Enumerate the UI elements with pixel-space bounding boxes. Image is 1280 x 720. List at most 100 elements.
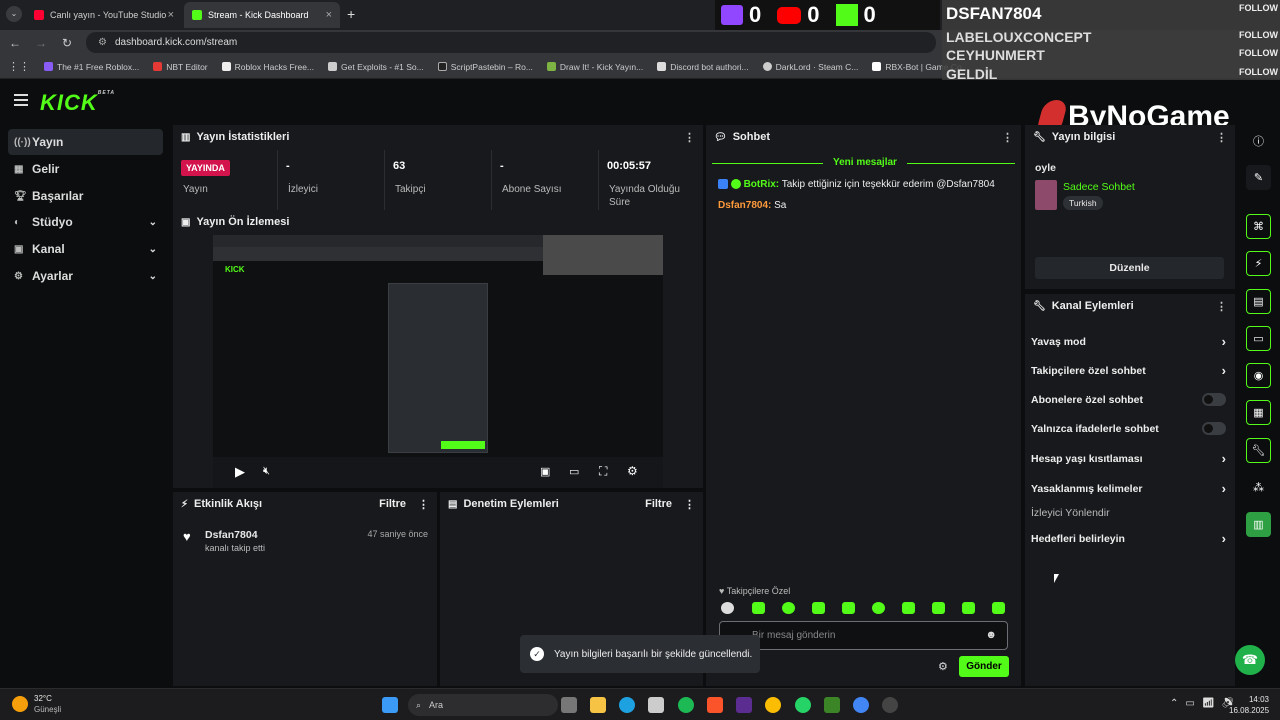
apps-icon[interactable]: ⋮⋮: [8, 60, 30, 73]
minecraft-icon[interactable]: [824, 697, 840, 713]
panel-title: Sohbet: [732, 131, 770, 143]
mod-tools-icon[interactable]: ⌘: [1246, 214, 1271, 239]
pencil-icon[interactable]: ✎: [1246, 165, 1271, 190]
windows-store-icon[interactable]: [648, 697, 664, 713]
filter-button[interactable]: Filtre: [645, 498, 672, 510]
file-explorer-icon[interactable]: [590, 697, 606, 713]
filter-button[interactable]: Filtre: [379, 498, 406, 510]
video-player[interactable]: KICK ▶ 🔇︎ ▣ ▭ ⛶ ⚙: [213, 235, 663, 488]
bookmark[interactable]: DarkLord · Steam C...: [762, 62, 858, 72]
emote-icon[interactable]: [962, 602, 975, 614]
chrome-active-icon[interactable]: [853, 697, 869, 713]
more-icon[interactable]: ⋮: [1216, 300, 1227, 313]
bolt-icon[interactable]: ⚡︎: [1246, 251, 1271, 276]
weather-widget[interactable]: 32°C Güneşli: [12, 693, 61, 715]
action-host[interactable]: İzleyici Yönlendir: [1031, 507, 1226, 519]
theater-icon[interactable]: ▭: [569, 465, 579, 478]
whatsapp-icon[interactable]: [795, 697, 811, 713]
pip-icon[interactable]: ▣: [540, 465, 550, 478]
category-name[interactable]: Sadece Sohbet: [1063, 181, 1135, 193]
mute-icon[interactable]: 🔇︎: [263, 465, 270, 478]
document-icon[interactable]: ▤: [1246, 289, 1271, 314]
action-followers-only[interactable]: Takipçilere özel sohbet ›: [1031, 363, 1226, 378]
edge-icon[interactable]: [619, 697, 635, 713]
support-button[interactable]: ☎: [1235, 645, 1265, 675]
layout-icon[interactable]: ▦: [1246, 400, 1271, 425]
vs-icon[interactable]: [736, 697, 752, 713]
emote-icon[interactable]: [872, 602, 885, 614]
bookmark[interactable]: Discord bot authori...: [657, 62, 749, 72]
bookmark[interactable]: ScriptPastebin – Ro...: [437, 62, 533, 72]
spotify-icon[interactable]: [678, 697, 694, 713]
kick-logo[interactable]: KICKBETA: [40, 90, 115, 116]
verified-badge-icon: [730, 179, 741, 190]
sidebar-item-basarilar[interactable]: 🏆︎ Başarılar: [8, 183, 163, 209]
new-tab-button[interactable]: +: [347, 6, 355, 22]
gear-icon[interactable]: ⚙: [627, 464, 638, 478]
obs-icon[interactable]: [882, 697, 898, 713]
action-account-age[interactable]: Hesap yaşı kısıtlaması ›: [1031, 451, 1226, 466]
action-slow-mode[interactable]: Yavaş mod ›: [1031, 334, 1226, 349]
emote-icon[interactable]: [812, 602, 825, 614]
send-button[interactable]: Gönder: [959, 656, 1009, 677]
app-icon[interactable]: ▥: [1246, 512, 1271, 537]
reload-icon[interactable]: ↻: [60, 36, 74, 50]
chrome-icon[interactable]: [765, 697, 781, 713]
bookmark[interactable]: NBT Editor: [153, 62, 208, 72]
close-icon[interactable]: ×: [168, 9, 174, 21]
bookmark[interactable]: Roblox Hacks Free...: [221, 62, 314, 72]
broadcast-icon[interactable]: ◉: [1246, 363, 1271, 388]
more-icon[interactable]: ⋮: [684, 498, 695, 511]
stream-info-panel: 🔧︎ Yayın bilgisi ⋮ oyle Sadece Sohbet Turk…: [1025, 125, 1235, 289]
emote-icon[interactable]: [902, 602, 915, 614]
more-icon[interactable]: ⋮: [684, 131, 695, 144]
more-icon[interactable]: ⋮: [1002, 131, 1013, 144]
emote-icon[interactable]: [842, 602, 855, 614]
toggle-switch[interactable]: [1202, 393, 1226, 406]
play-icon[interactable]: ▶: [235, 464, 245, 480]
site-info-icon[interactable]: ⚙: [98, 37, 107, 48]
windows-taskbar: 32°C Güneşli ⌕ Ara ⌃▭📶︎🔊︎ 14:03 16.08.2025: [0, 688, 1280, 720]
chat-settings-icon[interactable]: ⚙: [938, 660, 948, 673]
edit-button[interactable]: Düzenle: [1035, 257, 1224, 279]
fullscreen-icon[interactable]: ⛶: [599, 464, 607, 479]
browser-tab-youtube[interactable]: Canlı yayın - YouTube Studio ×: [26, 2, 182, 28]
menu-icon[interactable]: [14, 94, 28, 106]
emote-icon[interactable]: [721, 602, 734, 614]
sidebar-item-kanal[interactable]: ▣ Kanal ⌄: [8, 236, 163, 262]
more-icon[interactable]: ⋮: [418, 498, 429, 511]
emote-icon[interactable]: [992, 602, 1005, 614]
emote-icon[interactable]: [782, 602, 795, 614]
clock[interactable]: 14:03 16.08.2025: [1229, 694, 1269, 716]
back-icon[interactable]: ←: [8, 36, 22, 50]
taskbar-search[interactable]: ⌕ Ara: [408, 694, 558, 716]
emoji-icon[interactable]: ☻: [985, 629, 997, 641]
toggle-switch[interactable]: [1202, 422, 1226, 435]
wrench-icon[interactable]: 🔧︎: [1246, 438, 1271, 463]
emote-icon[interactable]: [752, 602, 765, 614]
bookmark[interactable]: Get Exploits - #1 So...: [328, 62, 424, 72]
bookmark[interactable]: The #1 Free Roblox...: [44, 62, 139, 72]
action-banned-words[interactable]: Yasaklanmış kelimeler ›: [1031, 481, 1226, 496]
sidebar-item-gelir[interactable]: ▦ Gelir: [8, 156, 163, 182]
browser-tab-kick[interactable]: Stream - Kick Dashboard ×: [184, 2, 340, 28]
sidebar-item-yayin[interactable]: ((·)) Yayın: [8, 129, 163, 155]
chat-icon[interactable]: ▭: [1246, 326, 1271, 351]
forward-icon[interactable]: →: [34, 36, 48, 50]
close-icon[interactable]: ×: [326, 9, 332, 21]
task-view-icon[interactable]: [561, 697, 577, 713]
brave-icon[interactable]: [707, 697, 723, 713]
url-field[interactable]: ⚙ dashboard.kick.com/stream: [86, 32, 936, 53]
more-icon[interactable]: ⋮: [1216, 131, 1227, 144]
sidebar-item-studyo[interactable]: ◐ Stüdyo ⌄: [8, 209, 163, 235]
tab-list-button[interactable]: ⌄: [6, 6, 22, 22]
windows-start-icon[interactable]: [382, 697, 398, 713]
sidebar-item-ayarlar[interactable]: ⚙ Ayarlar ⌄: [8, 263, 163, 289]
nodes-icon[interactable]: ⁂: [1246, 475, 1271, 500]
info-icon[interactable]: ⓘ: [1246, 128, 1271, 153]
chat-input[interactable]: Bir mesaj gönderin ☻: [719, 621, 1008, 650]
bookmark[interactable]: Draw It! - Kick Yayın...: [546, 62, 643, 72]
action-goals[interactable]: Hedefleri belirleyin ›: [1031, 531, 1226, 546]
emote-icon[interactable]: [932, 602, 945, 614]
stats-icon: ▥: [181, 131, 191, 143]
